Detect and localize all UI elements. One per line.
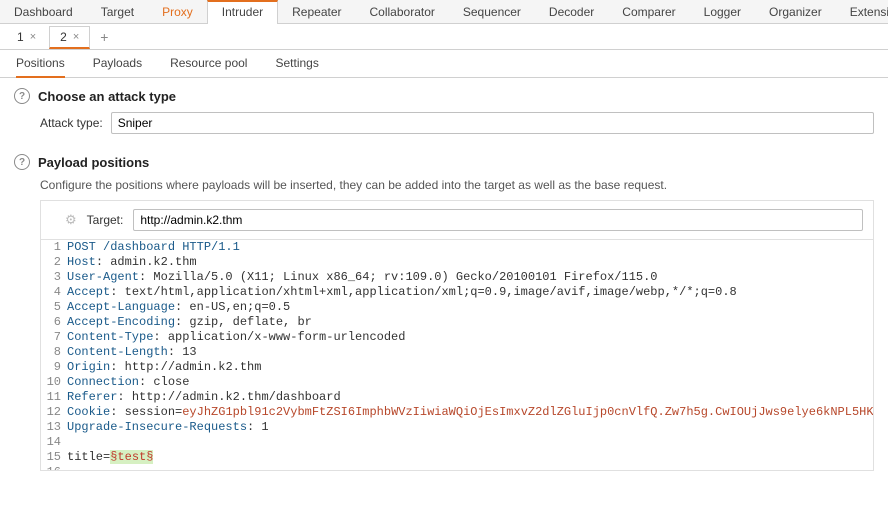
editor-line: 16 xyxy=(41,465,873,471)
line-number: 10 xyxy=(41,375,67,390)
line-number: 5 xyxy=(41,300,67,315)
code-content[interactable]: Origin: http://admin.k2.thm xyxy=(67,360,261,375)
top-tab-repeater[interactable]: Repeater xyxy=(278,0,355,23)
target-input[interactable] xyxy=(133,209,863,231)
top-tab-organizer[interactable]: Organizer xyxy=(755,0,836,23)
sub-tab-resource-pool[interactable]: Resource pool xyxy=(170,56,247,77)
attack-type-title: Choose an attack type xyxy=(38,89,176,104)
editor-line: 7Content-Type: application/x-www-form-ur… xyxy=(41,330,873,345)
editor-line: 11Referer: http://admin.k2.thm/dashboard xyxy=(41,390,873,405)
line-number: 15 xyxy=(41,450,67,465)
line-number: 3 xyxy=(41,270,67,285)
code-content[interactable]: POST /dashboard HTTP/1.1 xyxy=(67,240,240,255)
top-tab-intruder[interactable]: Intruder xyxy=(207,0,278,24)
sub-tab-settings[interactable]: Settings xyxy=(275,56,318,77)
line-number: 8 xyxy=(41,345,67,360)
help-icon[interactable]: ? xyxy=(14,88,30,104)
editor-line: 8Content-Length: 13 xyxy=(41,345,873,360)
editor-line: 12Cookie: session=eyJhZG1pbl91c2VybmFtZS… xyxy=(41,405,873,420)
add-tab-button[interactable]: + xyxy=(92,27,116,47)
code-content[interactable]: Accept-Encoding: gzip, deflate, br xyxy=(67,315,312,330)
line-number: 7 xyxy=(41,330,67,345)
top-tab-sequencer[interactable]: Sequencer xyxy=(449,0,535,23)
payload-positions-title: Payload positions xyxy=(38,155,149,170)
code-content[interactable]: Host: admin.k2.thm xyxy=(67,255,197,270)
intruder-tab-strip: 1×2×+ xyxy=(0,24,888,50)
help-icon[interactable]: ? xyxy=(14,154,30,170)
top-tab-proxy[interactable]: Proxy xyxy=(148,0,207,23)
intruder-tab-2[interactable]: 2× xyxy=(49,26,90,49)
code-content[interactable]: title=§test§ xyxy=(67,450,153,465)
code-content[interactable]: Cookie: session=eyJhZG1pbl91c2VybmFtZSI6… xyxy=(67,405,874,420)
editor-line: 4Accept: text/html,application/xhtml+xml… xyxy=(41,285,873,300)
intruder-sub-tabs: Positions Payloads Resource pool Settings xyxy=(0,50,888,78)
target-label: Target: xyxy=(87,213,124,227)
editor-line: 15title=§test§ xyxy=(41,450,873,465)
code-content[interactable]: Referer: http://admin.k2.thm/dashboard xyxy=(67,390,341,405)
top-tab-collaborator[interactable]: Collaborator xyxy=(356,0,449,23)
top-tab-decoder[interactable]: Decoder xyxy=(535,0,608,23)
editor-line: 5Accept-Language: en-US,en;q=0.5 xyxy=(41,300,873,315)
line-number: 13 xyxy=(41,420,67,435)
code-content[interactable]: Accept-Language: en-US,en;q=0.5 xyxy=(67,300,290,315)
line-number: 14 xyxy=(41,435,67,450)
line-number: 11 xyxy=(41,390,67,405)
request-editor[interactable]: 1POST /dashboard HTTP/1.12Host: admin.k2… xyxy=(40,239,874,471)
line-number: 6 xyxy=(41,315,67,330)
payload-positions-section: ? Payload positions Configure the positi… xyxy=(0,140,888,477)
intruder-tab-1[interactable]: 1× xyxy=(6,26,47,47)
line-number: 12 xyxy=(41,405,67,420)
top-tab-extension[interactable]: Extension xyxy=(836,0,888,23)
line-number: 4 xyxy=(41,285,67,300)
editor-line: 13Upgrade-Insecure-Requests: 1 xyxy=(41,420,873,435)
top-tab-dashboard[interactable]: Dashboard xyxy=(0,0,87,23)
top-tab-comparer[interactable]: Comparer xyxy=(608,0,689,23)
line-number: 9 xyxy=(41,360,67,375)
editor-line: 9Origin: http://admin.k2.thm xyxy=(41,360,873,375)
close-icon[interactable]: × xyxy=(73,31,79,43)
editor-line: 6Accept-Encoding: gzip, deflate, br xyxy=(41,315,873,330)
attack-type-label: Attack type: xyxy=(40,116,103,130)
attack-type-select[interactable] xyxy=(111,112,874,134)
top-tab-bar: DashboardTargetProxyIntruderRepeaterColl… xyxy=(0,0,888,24)
sub-tab-positions[interactable]: Positions xyxy=(16,56,65,78)
close-icon[interactable]: × xyxy=(30,31,36,43)
code-content[interactable]: Content-Length: 13 xyxy=(67,345,197,360)
sub-tab-payloads[interactable]: Payloads xyxy=(93,56,142,77)
editor-line: 2Host: admin.k2.thm xyxy=(41,255,873,270)
top-tab-logger[interactable]: Logger xyxy=(690,0,755,23)
code-content[interactable]: Upgrade-Insecure-Requests: 1 xyxy=(67,420,269,435)
editor-line: 3User-Agent: Mozilla/5.0 (X11; Linux x86… xyxy=(41,270,873,285)
editor-line: 10Connection: close xyxy=(41,375,873,390)
code-content[interactable]: User-Agent: Mozilla/5.0 (X11; Linux x86_… xyxy=(67,270,658,285)
code-content[interactable]: Content-Type: application/x-www-form-url… xyxy=(67,330,405,345)
code-content[interactable]: Accept: text/html,application/xhtml+xml,… xyxy=(67,285,737,300)
target-row: ⚙ Target: xyxy=(40,200,874,239)
editor-line: 14 xyxy=(41,435,873,450)
line-number: 2 xyxy=(41,255,67,270)
editor-line: 1POST /dashboard HTTP/1.1 xyxy=(41,240,873,255)
attack-type-section: ? Choose an attack type Attack type: xyxy=(0,78,888,140)
line-number: 16 xyxy=(41,465,67,471)
payload-positions-desc: Configure the positions where payloads w… xyxy=(40,178,874,192)
gear-icon[interactable]: ⚙ xyxy=(65,212,77,228)
code-content[interactable]: Connection: close xyxy=(67,375,189,390)
line-number: 1 xyxy=(41,240,67,255)
top-tab-target[interactable]: Target xyxy=(87,0,148,23)
